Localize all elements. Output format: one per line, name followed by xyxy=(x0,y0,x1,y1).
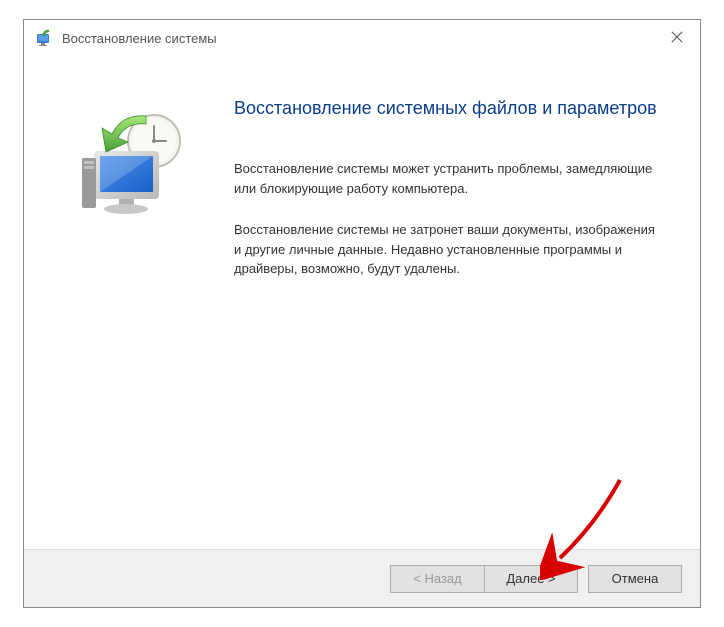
paragraph-2: Восстановление системы не затронет ваши … xyxy=(234,220,660,279)
back-button[interactable]: < Назад xyxy=(390,565,484,593)
nav-button-group: < Назад Далее > xyxy=(390,565,578,593)
button-bar: < Назад Далее > Отмена xyxy=(24,549,700,607)
left-panel xyxy=(54,96,214,529)
page-heading: Восстановление системных файлов и параме… xyxy=(234,96,660,121)
system-restore-icon xyxy=(74,106,194,226)
next-button[interactable]: Далее > xyxy=(484,565,578,593)
close-icon[interactable] xyxy=(670,30,686,46)
right-panel: Восстановление системных файлов и параме… xyxy=(214,96,670,529)
content-area: Восстановление системных файлов и параме… xyxy=(24,56,700,549)
window-title: Восстановление системы xyxy=(62,31,217,46)
titlebar: Восстановление системы xyxy=(24,20,700,56)
paragraph-1: Восстановление системы может устранить п… xyxy=(234,159,660,198)
cancel-button[interactable]: Отмена xyxy=(588,565,682,593)
system-restore-window: Восстановление системы xyxy=(23,19,701,608)
window-icon xyxy=(34,28,54,48)
